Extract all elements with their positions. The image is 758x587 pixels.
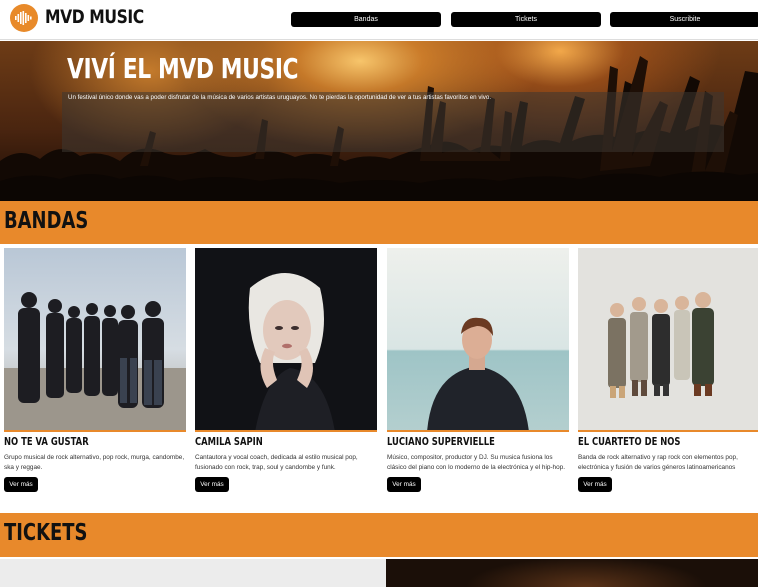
band-description: Banda de rock alternativo y rap rock con… [578,454,738,471]
ver-mas-button[interactable]: Ver más [387,477,421,492]
tickets-section-header [0,513,758,557]
hero-title: VIVÍ EL MVD MUSIC [67,52,299,85]
band-description: Grupo musical de rock alternativo, pop r… [4,454,185,471]
band-photo-luciano-supervielle [387,248,569,432]
ver-mas-button[interactable]: Ver más [195,477,229,492]
sound-wave-logo-icon[interactable] [10,4,38,32]
hero-overlay-box [62,92,724,152]
band-photo-camila-sapin [195,248,377,432]
ticket-panel-left [0,559,386,587]
hero-description: Un festival único donde vas a poder disf… [68,94,492,101]
bandas-section-title: BANDAS [4,208,89,234]
band-card: CAMILA SAPIN Cantautora y vocal coach, d… [195,248,377,496]
nav-tickets-button[interactable]: Tickets [451,12,601,27]
nav-bandas-button[interactable]: Bandas [291,12,441,27]
band-name: LUCIANO SUPERVIELLE [387,436,495,448]
ver-mas-button[interactable]: Ver más [578,477,612,492]
band-description: Cantautora y vocal coach, dedicada al es… [195,454,358,471]
band-card: LUCIANO SUPERVIELLE Músico, compositor, … [387,248,569,496]
tickets-section-title: TICKETS [4,520,88,546]
band-photo-no-te-va-gustar [4,248,186,432]
brand-name[interactable]: MVD MUSIC [45,6,144,28]
band-card: NO TE VA GUSTAR Grupo musical de rock al… [4,248,186,496]
ver-mas-button[interactable]: Ver más [4,477,38,492]
band-description: Músico, compositor, productor y DJ. Su m… [387,454,565,471]
ticket-panel-image [386,559,758,587]
bandas-section-header [0,201,758,244]
band-name: CAMILA SAPIN [195,436,263,448]
band-name: NO TE VA GUSTAR [4,436,89,448]
band-card: EL CUARTETO DE NOS Banda de rock alterna… [578,248,758,496]
band-photo-el-cuarteto-de-nos [578,248,758,432]
nav-suscribite-button[interactable]: Suscribite [610,12,758,27]
band-name: EL CUARTETO DE NOS [578,436,681,448]
site-header: MVD MUSIC Bandas Tickets Suscribite [0,0,758,40]
